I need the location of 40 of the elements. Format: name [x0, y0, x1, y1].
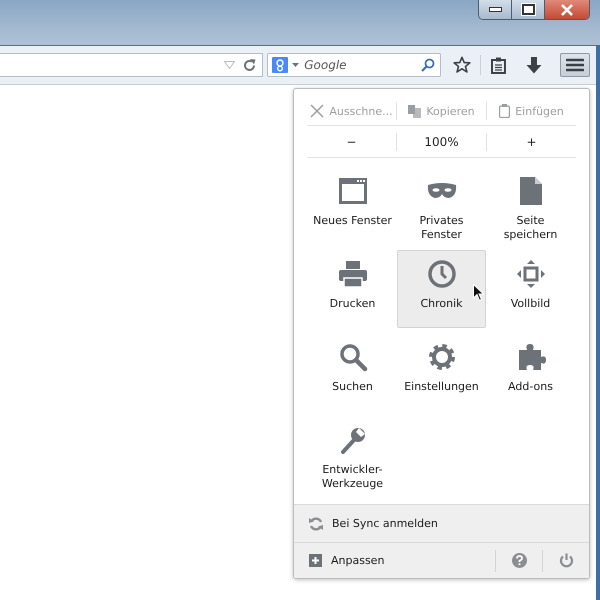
fullscreen-icon	[514, 259, 546, 289]
menu-item[interactable]: Einstellungen	[397, 333, 486, 411]
menu-item[interactable]: Add-ons	[486, 333, 575, 411]
reload-icon[interactable]	[243, 58, 256, 72]
star-icon[interactable]	[453, 56, 472, 74]
printer-icon	[336, 259, 368, 289]
zoom-reset-button[interactable]: 100%	[397, 128, 486, 156]
sync-icon	[309, 516, 323, 530]
dropdown-icon[interactable]	[292, 63, 300, 67]
cursor-icon	[473, 284, 484, 301]
menu-item[interactable]: Neues Fenster	[308, 167, 397, 245]
zoom-in-button[interactable]: +	[487, 128, 576, 156]
menu-item[interactable]: Drucken	[308, 250, 397, 328]
scissors-icon	[310, 104, 324, 118]
plus-icon	[309, 554, 322, 567]
minimize-button[interactable]	[479, 0, 512, 19]
copy-icon	[408, 104, 422, 118]
menu-item[interactable]: Entwickler-Werkzeuge	[308, 416, 397, 494]
reading-list-icon[interactable]	[491, 56, 506, 74]
menu-item[interactable]: Seite speichern	[486, 167, 575, 245]
clipboard-icon	[499, 104, 510, 118]
search-engine-icon[interactable]	[272, 57, 288, 73]
menu-icon	[566, 58, 584, 72]
zoom-out-button[interactable]: −	[307, 128, 396, 156]
menu-button[interactable]	[560, 53, 590, 77]
search-icon[interactable]	[421, 58, 436, 72]
menu-item[interactable]: Suchen	[308, 333, 397, 411]
search-field[interactable]: Google	[267, 53, 442, 77]
address-field[interactable]	[0, 53, 264, 77]
sync-button[interactable]: Bei Sync anmelden	[294, 504, 589, 542]
help-icon	[512, 553, 526, 568]
clock-icon	[426, 259, 458, 289]
download-icon[interactable]	[526, 56, 542, 74]
close-icon	[560, 4, 574, 16]
menu-item[interactable]: Chronik	[397, 250, 486, 328]
maximize-button[interactable]	[512, 0, 545, 19]
menu-item[interactable]: Vollbild	[486, 250, 575, 328]
close-button[interactable]	[545, 0, 589, 19]
menu-item[interactable]: Privates Fenster	[397, 167, 486, 245]
window-icon	[336, 176, 368, 206]
